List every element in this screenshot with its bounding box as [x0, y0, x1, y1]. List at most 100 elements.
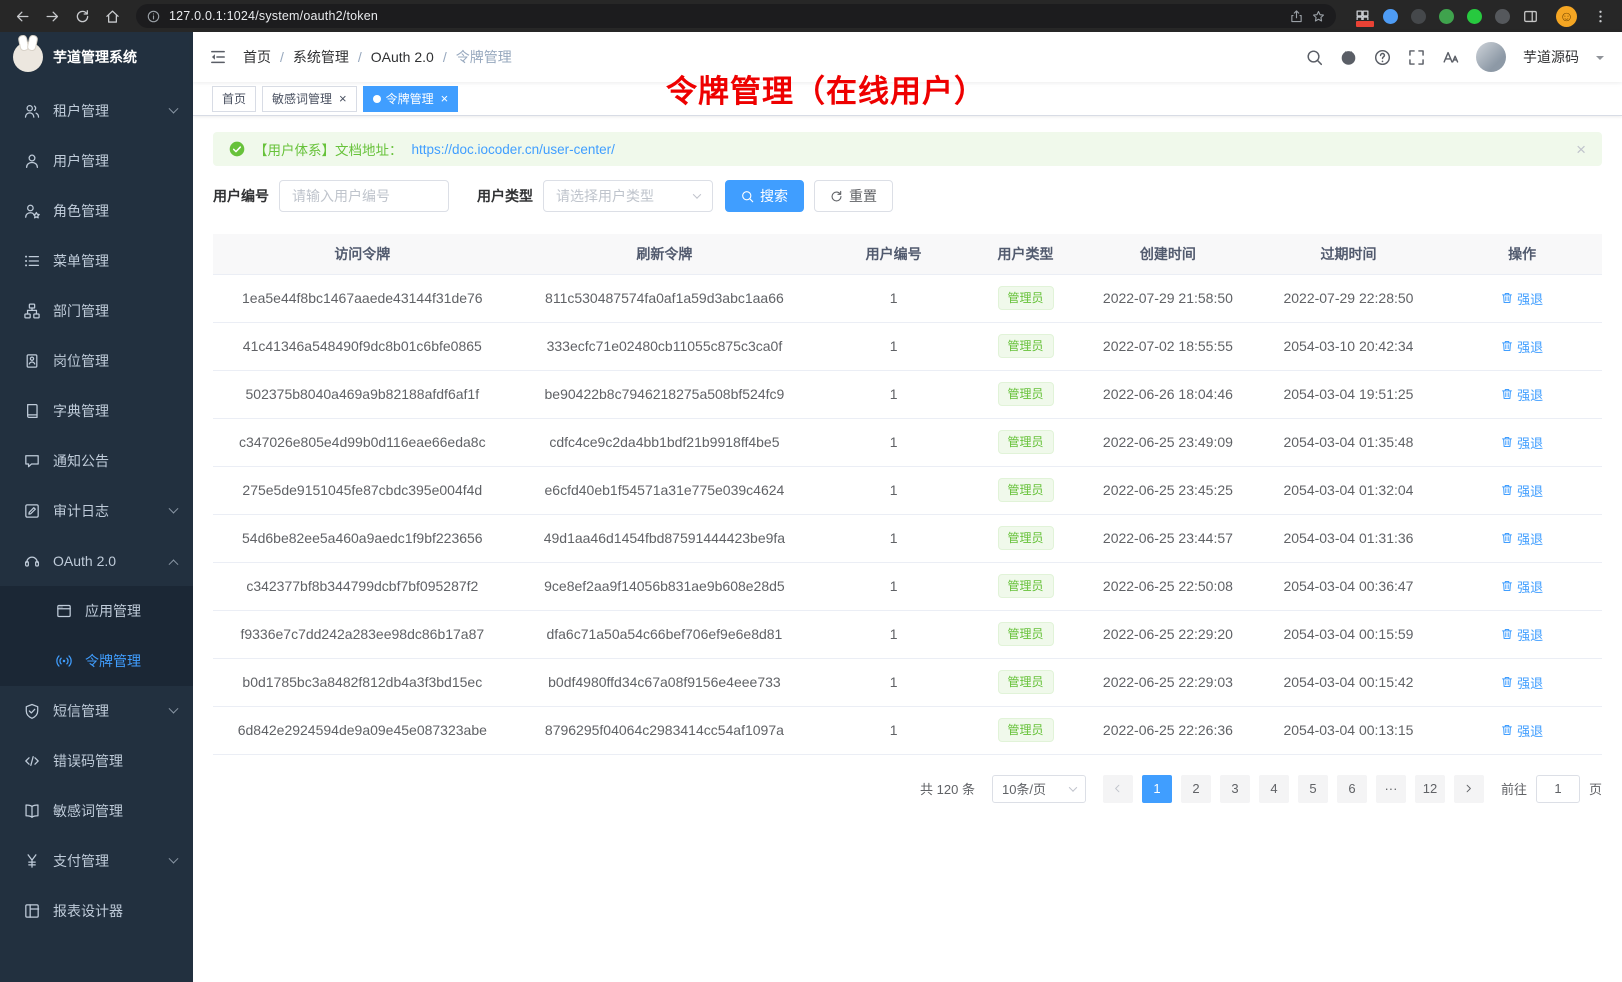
- sidebar-item-role[interactable]: 角色管理: [0, 186, 193, 236]
- github-icon[interactable]: [1340, 49, 1357, 66]
- breadcrumb-item: 令牌管理: [456, 47, 512, 67]
- column-header-1: 刷新令牌: [512, 234, 818, 274]
- user-name[interactable]: 芋道源码: [1523, 47, 1579, 67]
- page-size-select[interactable]: 10条/页: [992, 775, 1086, 803]
- help-icon[interactable]: [1374, 49, 1391, 66]
- cell-user-id: 1: [817, 370, 970, 418]
- force-logout-button[interactable]: 强退: [1501, 337, 1543, 356]
- force-logout-button[interactable]: 强退: [1501, 433, 1543, 452]
- reset-button[interactable]: 重置: [814, 180, 893, 212]
- bookmark-star-icon[interactable]: [1312, 10, 1325, 23]
- sidebar-item-dept[interactable]: 部门管理: [0, 286, 193, 336]
- more-pages-button[interactable]: ···: [1376, 775, 1406, 803]
- font-size-icon[interactable]: [1442, 49, 1459, 66]
- role-icon: [24, 203, 40, 219]
- address-bar[interactable]: 127.0.0.1:1024/system/oauth2/token: [136, 4, 1336, 28]
- force-logout-button[interactable]: 强退: [1501, 529, 1543, 548]
- force-logout-button[interactable]: 强退: [1501, 577, 1543, 596]
- force-logout-button[interactable]: 强退: [1501, 289, 1543, 308]
- page-button-3[interactable]: 3: [1220, 775, 1250, 803]
- user-type-badge: 管理员: [998, 718, 1054, 742]
- site-info-icon[interactable]: [147, 10, 160, 23]
- user-id-input[interactable]: [279, 180, 449, 212]
- delete-icon: [1501, 484, 1513, 496]
- sidebar-item-oauth2[interactable]: OAuth 2.0: [0, 536, 193, 586]
- fullscreen-icon[interactable]: [1408, 49, 1425, 66]
- tab-home[interactable]: 首页: [212, 86, 256, 112]
- sidebar-item-post[interactable]: 岗位管理: [0, 336, 193, 386]
- page-button-4[interactable]: 4: [1259, 775, 1289, 803]
- extension-green-icon[interactable]: [1438, 8, 1455, 25]
- browser-home-icon[interactable]: [98, 2, 126, 30]
- prev-page-button[interactable]: [1103, 775, 1133, 803]
- share-icon[interactable]: [1290, 10, 1303, 23]
- sidebar-item-label: 菜单管理: [53, 251, 177, 271]
- delete-icon: [1501, 580, 1513, 592]
- sidebar-item-report-designer[interactable]: 报表设计器: [0, 886, 193, 936]
- force-logout-button[interactable]: 强退: [1501, 721, 1543, 740]
- sidebar-item-menu[interactable]: 菜单管理: [0, 236, 193, 286]
- page-button-6[interactable]: 6: [1337, 775, 1367, 803]
- sidebar-item-oauth2-token[interactable]: 令牌管理: [0, 636, 193, 686]
- caret-down-icon[interactable]: [1596, 56, 1604, 64]
- table-row: b0d1785bc3a8482f812db4a3f3bd15ecb0df4980…: [213, 658, 1602, 706]
- extension-dark-icon[interactable]: [1410, 8, 1427, 25]
- force-logout-button[interactable]: 强退: [1501, 481, 1543, 500]
- sidebar-item-tenant[interactable]: 租户管理: [0, 86, 193, 136]
- browser-profile-avatar[interactable]: ☺: [1556, 6, 1577, 27]
- sidebar-item-dict[interactable]: 字典管理: [0, 386, 193, 436]
- tab-close-icon[interactable]: ×: [339, 92, 347, 105]
- sidebar-item-user[interactable]: 用户管理: [0, 136, 193, 186]
- page-button-12[interactable]: 12: [1415, 775, 1445, 803]
- page-goto-input[interactable]: [1536, 775, 1580, 803]
- sidebar-toggle-icon[interactable]: [193, 32, 243, 82]
- user-avatar[interactable]: [1476, 42, 1506, 72]
- extension-blue-icon[interactable]: [1382, 8, 1399, 25]
- sidebar-item-sms[interactable]: 短信管理: [0, 686, 193, 736]
- next-page-button[interactable]: [1454, 775, 1484, 803]
- browser-forward-icon[interactable]: [38, 2, 66, 30]
- idbadge-icon: [24, 353, 40, 369]
- breadcrumb-item[interactable]: OAuth 2.0: [371, 49, 434, 65]
- extension-slate-icon[interactable]: [1494, 8, 1511, 25]
- browser-back-icon[interactable]: [8, 2, 36, 30]
- tab-token[interactable]: 令牌管理×: [363, 86, 459, 112]
- sidebar-item-pay[interactable]: 支付管理: [0, 836, 193, 886]
- column-header-4: 创建时间: [1081, 234, 1255, 274]
- app-logo[interactable]: 芋道管理系统: [0, 32, 193, 82]
- search-icon[interactable]: [1306, 49, 1323, 66]
- breadcrumb-item[interactable]: 系统管理: [293, 47, 349, 67]
- force-logout-button[interactable]: 强退: [1501, 673, 1543, 692]
- sidebar-item-error-code[interactable]: 错误码管理: [0, 736, 193, 786]
- alert-link[interactable]: https://doc.iocoder.cn/user-center/: [412, 142, 615, 157]
- sidebar-item-audit-log[interactable]: 审计日志: [0, 486, 193, 536]
- extension-mint-icon[interactable]: [1466, 8, 1483, 25]
- tab-sensitive-word[interactable]: 敏感词管理×: [262, 86, 357, 112]
- sidebar-panel-icon[interactable]: [1522, 8, 1539, 25]
- user-type-select[interactable]: 请选择用户类型: [543, 180, 713, 212]
- refresh-icon: [830, 190, 843, 203]
- force-logout-button[interactable]: 强退: [1501, 625, 1543, 644]
- sidebar-item-sensitive-word[interactable]: 敏感词管理: [0, 786, 193, 836]
- browser-reload-icon[interactable]: [68, 2, 96, 30]
- tab-close-icon[interactable]: ×: [441, 92, 449, 105]
- cell-user-id: 1: [817, 706, 970, 754]
- page-button-2[interactable]: 2: [1181, 775, 1211, 803]
- sidebar-item-notice[interactable]: 通知公告: [0, 436, 193, 486]
- breadcrumb-item[interactable]: 首页: [243, 47, 271, 67]
- extension-grid-icon[interactable]: [1354, 8, 1371, 25]
- chevron-right-icon: [1463, 783, 1474, 794]
- sidebar-item-label: 角色管理: [53, 201, 177, 221]
- page-button-1[interactable]: 1: [1142, 775, 1172, 803]
- search-button[interactable]: 搜索: [725, 180, 804, 212]
- user-type-label: 用户类型: [477, 186, 533, 206]
- sidebar-item-oauth2-app[interactable]: 应用管理: [0, 586, 193, 636]
- alert-close-icon[interactable]: ×: [1576, 141, 1586, 158]
- cell-user-id: 1: [817, 514, 970, 562]
- force-logout-button[interactable]: 强退: [1501, 385, 1543, 404]
- chat-icon: [24, 453, 40, 469]
- browser-menu-icon[interactable]: [1586, 2, 1614, 30]
- logo-avatar: [13, 42, 43, 72]
- page-content: 【用户体系】文档地址： https://doc.iocoder.cn/user-…: [193, 116, 1622, 982]
- page-button-5[interactable]: 5: [1298, 775, 1328, 803]
